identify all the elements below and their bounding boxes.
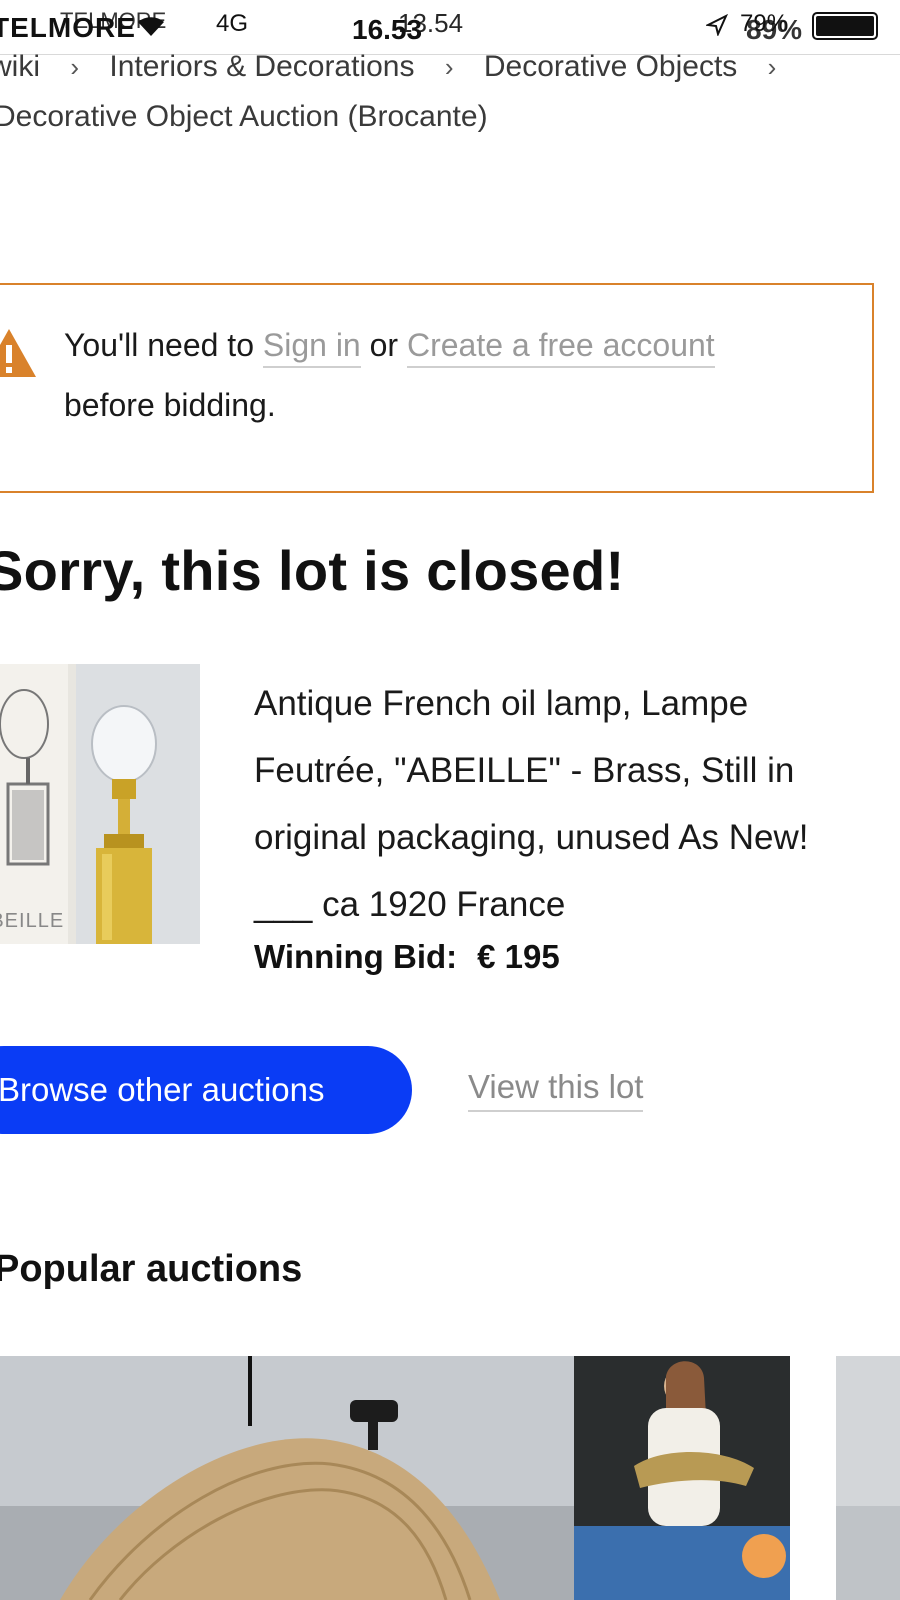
auction-image-partial [836,1356,900,1600]
lot-closed-heading: Sorry, this lot is closed! [0,539,625,602]
breadcrumb-item-wiki[interactable]: wiki [0,50,40,83]
create-account-link[interactable]: Create a free account [406,327,715,368]
alert-message: You'll need to Sign in or Create a free … [64,315,764,435]
location-icon [704,13,729,41]
popular-auctions-heading: Popular auctions [0,1248,303,1290]
lot-description[interactable]: Antique French oil lamp, Lampe Feutrée, … [254,670,874,938]
breadcrumb: wiki › Interiors & Decorations › Decorat… [0,50,798,84]
breadcrumb-item-decorative-objects[interactable]: Decorative Objects [484,50,737,83]
sign-in-link[interactable]: Sign in [262,327,361,368]
sign-in-alert: You'll need to Sign in or Create a free … [0,283,874,493]
chevron-right-icon: › [444,52,454,82]
auction-card-pendant-lamp[interactable] [0,1356,574,1600]
auction-card-partial[interactable] [836,1356,900,1600]
pendant-lamp-image [0,1356,574,1600]
winning-bid: Winning Bid: € 195 [254,938,560,976]
lot-box-label: ABEILLE [0,910,65,932]
battery-percent: 89% [746,14,803,45]
status-bar: TELMORE TELMORE 4G 16.53 13.54 79% 89% [0,0,900,55]
wifi-icon [136,14,166,43]
network-label: 4G [216,10,249,37]
breadcrumb-item-interiors[interactable]: Interiors & Decorations [109,50,414,83]
browse-auctions-button[interactable]: Browse other auctions [0,1046,412,1134]
warning-icon [0,327,38,384]
battery-icon [812,12,878,40]
breadcrumb-current: Decorative Object Auction (Brocante) [0,100,488,133]
skull-sculpture-image [574,1356,790,1600]
oil-lamp-illustration [0,664,200,944]
lot-image[interactable]: ABEILLE [0,664,200,944]
chevron-right-icon: › [767,52,777,82]
winning-bid-value: € 195 [477,938,560,975]
alert-suffix: before bidding. [64,387,276,423]
view-lot-link[interactable]: View this lot [468,1068,644,1112]
winning-bid-label: Winning Bid: [254,938,458,975]
chevron-right-icon: › [70,52,80,82]
clock: 13.54 [398,8,464,38]
alert-or: or [369,327,399,363]
auction-card-skull[interactable] [574,1356,790,1600]
alert-prefix: You'll need to [64,327,254,363]
